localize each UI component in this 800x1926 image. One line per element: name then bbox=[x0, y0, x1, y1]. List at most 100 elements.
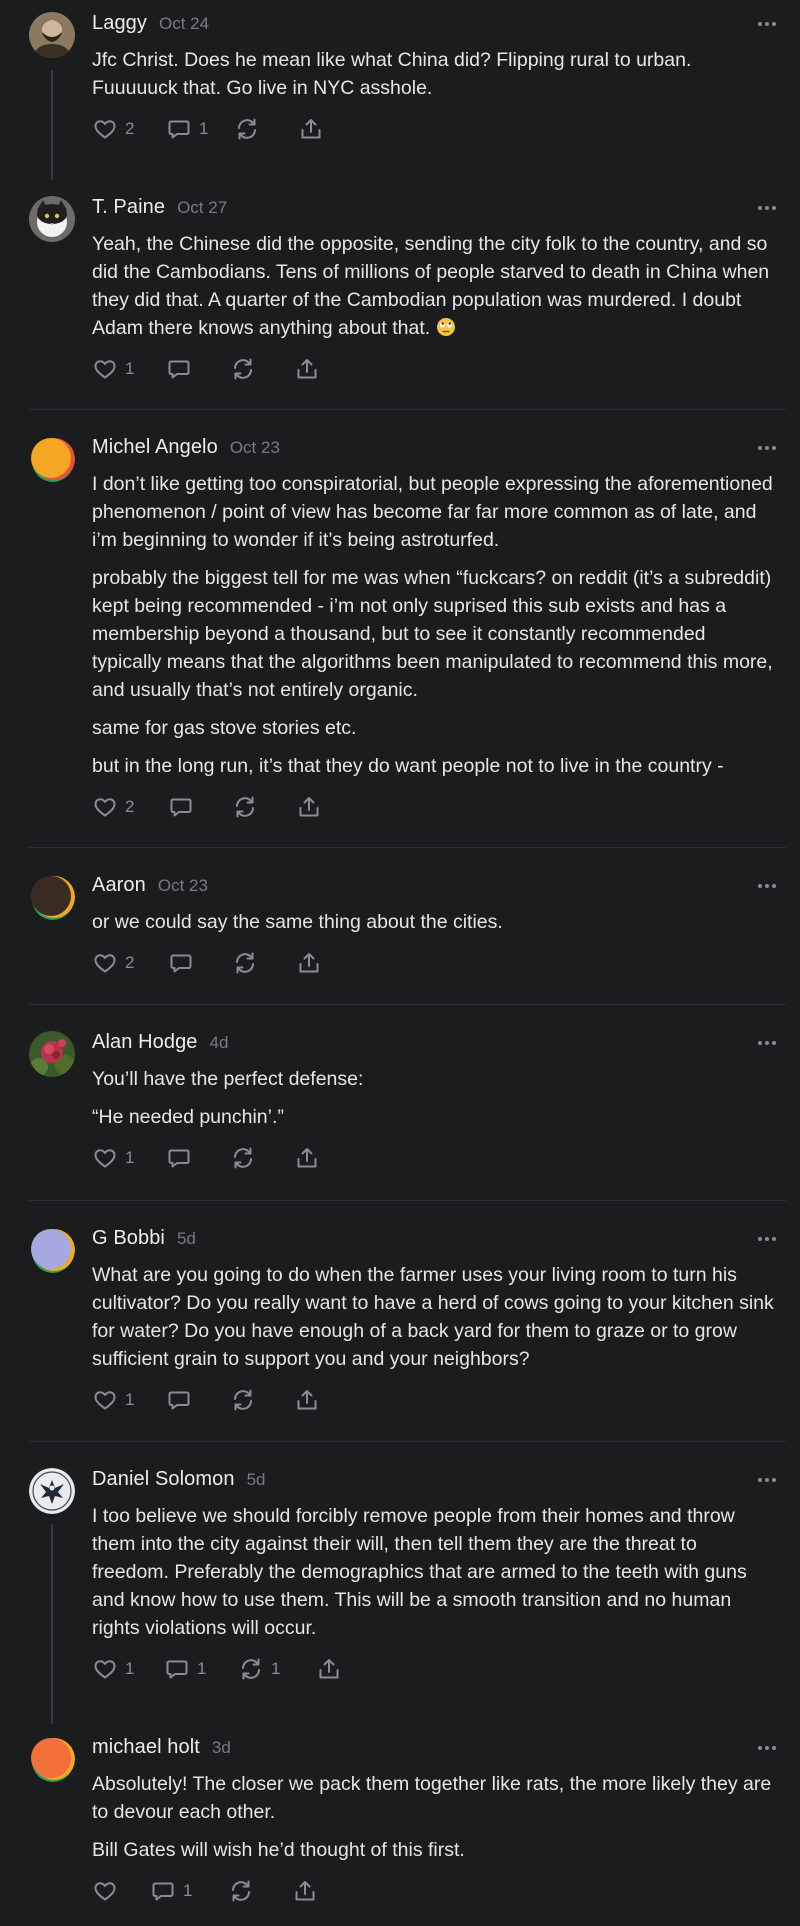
reply-button[interactable] bbox=[166, 1387, 230, 1413]
reply-button[interactable] bbox=[166, 356, 230, 382]
like-button[interactable]: 2 bbox=[92, 116, 166, 142]
comment-time[interactable]: 4d bbox=[210, 1033, 229, 1053]
comment-time[interactable]: Oct 23 bbox=[230, 438, 280, 458]
heart-icon bbox=[94, 798, 116, 817]
avatar[interactable] bbox=[29, 1736, 75, 1782]
comment-text: but in the long run, it’s that they do w… bbox=[92, 755, 724, 777]
comment-text: probably the biggest tell for me was whe… bbox=[92, 567, 773, 701]
comment-text: You’ll have the perfect defense: bbox=[92, 1068, 364, 1090]
comment-icon bbox=[168, 1149, 190, 1168]
restack-button[interactable] bbox=[234, 116, 298, 142]
reply-button[interactable] bbox=[168, 950, 232, 976]
comment-time[interactable]: Oct 23 bbox=[158, 876, 208, 896]
comment-text: or we could say the same thing about the… bbox=[92, 911, 503, 933]
divider bbox=[29, 1200, 786, 1201]
like-button[interactable]: 1 bbox=[92, 1387, 166, 1413]
comment-time[interactable]: Oct 27 bbox=[177, 198, 227, 218]
author-name[interactable]: michael holt bbox=[92, 1736, 200, 1759]
more-options-icon[interactable] bbox=[756, 442, 778, 454]
restack-button[interactable] bbox=[230, 1145, 294, 1171]
share-button[interactable] bbox=[294, 356, 320, 382]
comment-time[interactable]: 3d bbox=[212, 1738, 231, 1758]
comment-icon bbox=[166, 1660, 188, 1679]
reply-button[interactable]: 1 bbox=[150, 1878, 228, 1904]
avatar[interactable] bbox=[29, 12, 75, 58]
more-options-icon[interactable] bbox=[756, 1233, 778, 1245]
restack-icon bbox=[236, 796, 254, 818]
comment-text: Bill Gates will wish he’d thought of thi… bbox=[92, 1839, 465, 1861]
comment-text: same for gas stove stories etc. bbox=[92, 717, 357, 739]
author-name[interactable]: G Bobbi bbox=[92, 1227, 165, 1250]
more-options-icon[interactable] bbox=[756, 202, 778, 214]
more-options-icon[interactable] bbox=[756, 18, 778, 30]
restack-icon bbox=[234, 1389, 252, 1411]
author-name[interactable]: Alan Hodge bbox=[92, 1031, 198, 1054]
restack-button[interactable] bbox=[232, 950, 296, 976]
reply-button[interactable] bbox=[166, 1145, 230, 1171]
comment-icon bbox=[170, 798, 192, 817]
comment-time[interactable]: 5d bbox=[247, 1470, 266, 1490]
comment-body: What are you going to do when the farmer… bbox=[92, 1261, 778, 1373]
author-name[interactable]: Daniel Solomon bbox=[92, 1468, 235, 1491]
share-button[interactable] bbox=[294, 1145, 320, 1171]
author-name[interactable]: Aaron bbox=[92, 874, 146, 897]
heart-icon bbox=[94, 1660, 116, 1679]
avatar[interactable] bbox=[29, 1031, 75, 1077]
comment-icon bbox=[168, 1391, 190, 1410]
share-button[interactable] bbox=[294, 1387, 320, 1413]
comment-text: I don’t like getting too conspiratorial,… bbox=[92, 473, 773, 551]
share-button[interactable] bbox=[296, 950, 322, 976]
share-button[interactable] bbox=[296, 794, 322, 820]
share-button[interactable] bbox=[292, 1878, 318, 1904]
share-icon bbox=[295, 1881, 315, 1901]
like-count: 2 bbox=[125, 953, 135, 972]
share-icon bbox=[297, 1390, 317, 1410]
share-icon bbox=[301, 119, 321, 139]
comment-text: Jfc Christ. Does he mean like what China… bbox=[92, 49, 692, 99]
avatar[interactable] bbox=[29, 436, 75, 482]
reply-button[interactable]: 1 bbox=[164, 1656, 238, 1682]
reply-button[interactable]: 1 bbox=[166, 116, 234, 142]
avatar[interactable] bbox=[29, 1468, 75, 1514]
like-button[interactable]: 2 bbox=[92, 950, 168, 976]
author-name[interactable]: Laggy bbox=[92, 12, 147, 35]
more-options-icon[interactable] bbox=[756, 1474, 778, 1486]
restack-count: 1 bbox=[271, 1659, 281, 1678]
like-button[interactable]: 1 bbox=[92, 356, 166, 382]
comment: michael holt 3d Absolutely! The closer w… bbox=[0, 1736, 800, 1908]
more-options-icon[interactable] bbox=[756, 1037, 778, 1049]
author-name[interactable]: T. Paine bbox=[92, 196, 165, 219]
comment-body: or we could say the same thing about the… bbox=[92, 908, 778, 936]
like-button[interactable] bbox=[92, 1878, 150, 1904]
like-button[interactable]: 1 bbox=[92, 1145, 166, 1171]
restack-button[interactable]: 1 bbox=[238, 1656, 316, 1682]
restack-icon bbox=[234, 358, 252, 380]
restack-button[interactable] bbox=[230, 1387, 294, 1413]
comment: T. Paine Oct 27 Yeah, the Chinese did th… bbox=[0, 196, 800, 386]
comment-time[interactable]: 5d bbox=[177, 1229, 196, 1249]
comment-icon bbox=[152, 1882, 174, 1901]
author-name[interactable]: Michel Angelo bbox=[92, 436, 218, 459]
like-button[interactable]: 2 bbox=[92, 794, 168, 820]
restack-button[interactable] bbox=[230, 356, 294, 382]
avatar[interactable] bbox=[29, 1227, 75, 1273]
heart-icon bbox=[94, 1149, 116, 1168]
restack-button[interactable] bbox=[228, 1878, 292, 1904]
face-with-rolling-eyes-icon bbox=[436, 318, 455, 336]
restack-button[interactable] bbox=[232, 794, 296, 820]
comment-time[interactable]: Oct 24 bbox=[159, 14, 209, 34]
divider bbox=[29, 847, 786, 848]
comment-icon bbox=[170, 954, 192, 973]
share-icon bbox=[297, 1148, 317, 1168]
share-button[interactable] bbox=[298, 116, 324, 142]
avatar[interactable] bbox=[29, 874, 75, 920]
comment-actions: 1 bbox=[92, 352, 778, 386]
reply-count: 1 bbox=[197, 1659, 207, 1678]
share-button[interactable] bbox=[316, 1656, 342, 1682]
like-button[interactable]: 1 bbox=[92, 1656, 164, 1682]
reply-count: 1 bbox=[183, 1881, 193, 1900]
more-options-icon[interactable] bbox=[756, 880, 778, 892]
avatar[interactable] bbox=[29, 196, 75, 242]
more-options-icon[interactable] bbox=[756, 1742, 778, 1754]
reply-button[interactable] bbox=[168, 794, 232, 820]
